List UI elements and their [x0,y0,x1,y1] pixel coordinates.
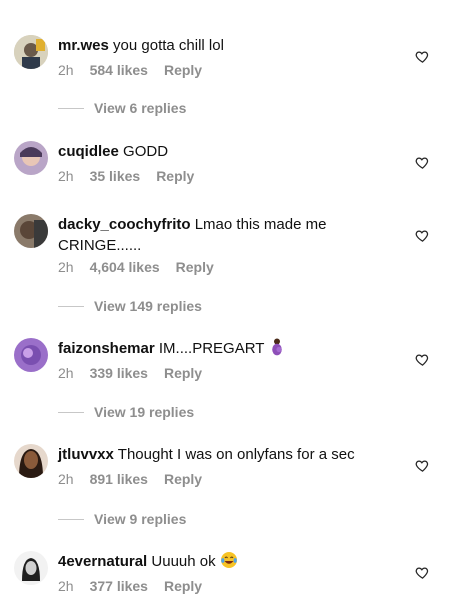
heart-icon[interactable] [415,458,430,473]
avatar-image [14,141,48,175]
view-replies-button[interactable]: View 9 replies [58,511,186,527]
avatar-image [14,444,48,478]
reply-button[interactable]: Reply [156,168,194,184]
comment-username[interactable]: mr.wes [58,37,109,54]
comment-meta: 2h 339 likes Reply [58,365,202,381]
avatar[interactable] [14,338,48,372]
reply-button[interactable]: Reply [164,471,202,487]
comment-time: 2h [58,62,74,78]
pregnant-woman-emoji [272,338,283,356]
view-replies-label: View 6 replies [94,100,187,116]
comment-likes[interactable]: 339 likes [90,365,148,381]
comment-time: 2h [58,578,74,594]
comment-meta: 2h 4,604 likes Reply [58,259,214,275]
comment-item: mr.wes you gotta chill lol 2h 584 likes … [0,35,452,105]
reply-button[interactable]: Reply [176,259,214,275]
reply-button[interactable]: Reply [164,62,202,78]
comment-item: cuqidlee GODD 2h 35 likes Reply [0,141,452,211]
comment-meta: 2h 891 likes Reply [58,471,202,487]
comment-text: Thought I was on onlyfans for a sec [117,446,355,463]
comment-meta: 2h 584 likes Reply [58,62,202,78]
reply-button[interactable]: Reply [164,365,202,381]
comment-meta: 2h 35 likes Reply [58,168,194,184]
avatar-image [14,338,48,372]
comment-username[interactable]: faizonshemar [58,340,155,357]
heart-icon[interactable] [415,352,430,367]
avatar[interactable] [14,35,48,69]
comment-text: you gotta chill lol [113,37,224,54]
comment-text: Uuuuh ok [151,553,216,570]
heart-icon[interactable] [415,49,430,64]
comment-username[interactable]: 4evernatural [58,553,147,570]
comment-body: faizonshemar IM....PREGART [58,338,378,359]
view-replies-label: View 9 replies [94,511,187,527]
comment-username[interactable]: cuqidlee [58,143,119,160]
comment-text: IM....PREGART [158,340,265,357]
replies-divider [58,411,84,413]
comment-username[interactable]: jtluvvxx [58,446,114,463]
avatar[interactable] [14,214,48,248]
view-replies-label: View 149 replies [94,298,202,314]
comment-body: cuqidlee GODD [58,141,378,162]
reply-button[interactable]: Reply [164,578,202,594]
replies-divider [58,305,84,307]
avatar[interactable] [14,444,48,478]
comments-list: mr.wes you gotta chill lol 2h 584 likes … [0,0,452,600]
heart-icon[interactable] [415,565,430,580]
comment-username[interactable]: dacky_coochyfrito [58,216,191,233]
comment-body: dacky_coochyfrito Lmao this made me CRIN… [58,214,378,256]
avatar-image [14,551,48,585]
view-replies-button[interactable]: View 19 replies [58,404,194,420]
face-with-tears-of-joy-emoji [220,552,237,568]
comment-item: faizonshemar IM....PREGART 2h 339 likes … [0,338,452,408]
heart-icon[interactable] [415,228,430,243]
replies-divider [58,107,84,109]
comment-time: 2h [58,365,74,381]
comment-likes[interactable]: 377 likes [90,578,148,594]
comment-item: 4evernatural Uuuuh ok 2h 377 likes Reply [0,551,452,600]
comment-item: jtluvvxx Thought I was on onlyfans for a… [0,444,452,514]
comment-body: jtluvvxx Thought I was on onlyfans for a… [58,444,378,465]
comment-time: 2h [58,168,74,184]
avatar[interactable] [14,141,48,175]
heart-icon[interactable] [415,155,430,170]
avatar-image [14,35,48,69]
view-replies-label: View 19 replies [94,404,195,420]
comment-likes[interactable]: 4,604 likes [90,259,160,275]
comment-body: mr.wes you gotta chill lol [58,35,378,56]
view-replies-button[interactable]: View 149 replies [58,298,202,314]
avatar[interactable] [14,551,48,585]
comment-likes[interactable]: 584 likes [90,62,148,78]
comment-time: 2h [58,259,74,275]
comment-item: dacky_coochyfrito Lmao this made me CRIN… [0,214,452,284]
comment-time: 2h [58,471,74,487]
comment-text: GODD [123,143,169,160]
replies-divider [58,518,84,520]
comment-likes[interactable]: 891 likes [90,471,148,487]
view-replies-button[interactable]: View 6 replies [58,100,186,116]
avatar-image [14,214,48,248]
comment-meta: 2h 377 likes Reply [58,578,202,594]
comment-likes[interactable]: 35 likes [90,168,141,184]
comment-body: 4evernatural Uuuuh ok [58,551,378,572]
